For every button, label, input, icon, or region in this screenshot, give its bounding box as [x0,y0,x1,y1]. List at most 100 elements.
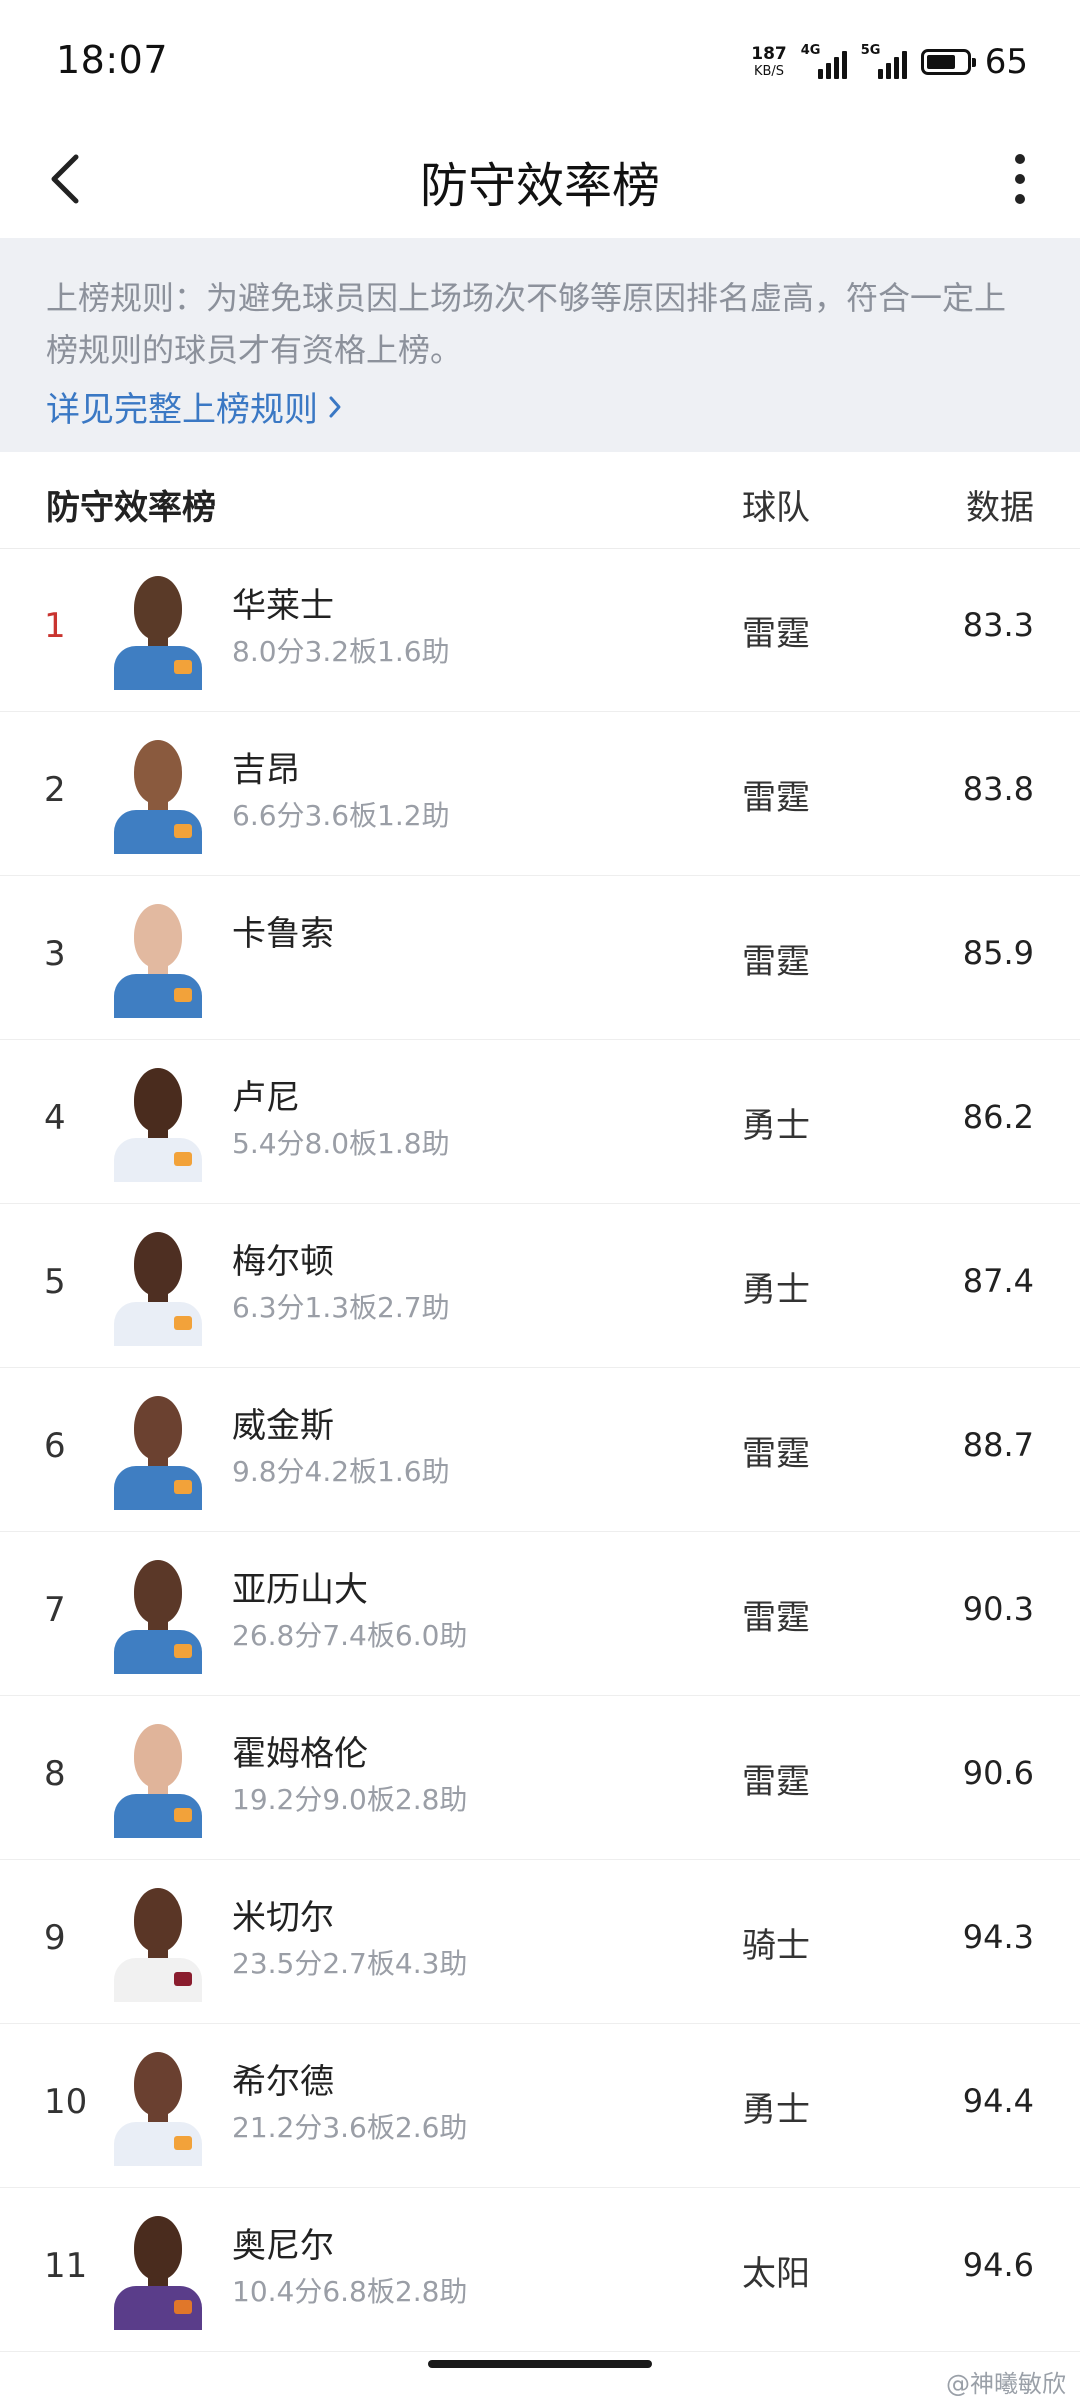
player-name: 梅尔顿 [232,1242,334,1282]
home-indicator[interactable] [428,2360,652,2368]
player-team: 雷霆 [742,614,810,654]
rank-number: 11 [44,2246,88,2286]
player-rating: 83.3 [962,606,1034,644]
player-rating: 85.9 [962,934,1034,972]
status-icons: 187 KB/S 4G 5G 65 [751,40,1028,84]
player-stats: 26.8分7.4板6.0助 [232,1619,468,1652]
ranking-row[interactable]: 11 奥尼尔 10.4分6.8板2.8助 太阳 94.6 [0,2188,1080,2352]
signal-5g-icon: 5G [861,43,907,79]
player-rating: 94.4 [962,2082,1034,2120]
ranking-row[interactable]: 1 华莱士 8.0分3.2板1.6助 雷霆 83.3 [0,548,1080,712]
player-rating: 94.6 [962,2246,1034,2284]
player-team: 骑士 [742,1926,810,1966]
rank-number: 4 [44,1098,66,1138]
column-header-team: 球队 [742,488,810,528]
app-header: 防守效率榜 [0,120,1080,238]
rank-number: 1 [44,606,66,646]
full-rules-link-label: 详见完整上榜规则 [46,390,318,430]
player-rating: 83.8 [962,770,1034,808]
rank-number: 8 [44,1754,66,1794]
player-avatar [114,570,202,690]
player-stats: 6.6分3.6板1.2助 [232,799,450,832]
ranking-row[interactable]: 8 霍姆格伦 19.2分9.0板2.8助 雷霆 90.6 [0,1696,1080,1860]
network-speed: 187 KB/S [751,44,787,79]
battery-icon [920,49,976,75]
player-avatar [114,1062,202,1182]
player-rating: 86.2 [962,1098,1034,1136]
status-time: 18:07 [56,38,169,82]
signal-4g-icon: 4G [801,43,847,79]
player-team: 勇士 [742,1270,810,1310]
player-avatar [114,2046,202,2166]
player-rating: 94.3 [962,1918,1034,1956]
ranking-row[interactable]: 4 卢尼 5.4分8.0板1.8助 勇士 86.2 [0,1040,1080,1204]
screen: 18:07 187 KB/S 4G 5G 65 防守效率榜 上榜规则：为避免球员… [0,0,1080,2400]
player-avatar [114,1226,202,1346]
player-team: 太阳 [742,2254,810,2294]
player-name: 米切尔 [232,1898,334,1938]
player-name: 希尔德 [232,2062,334,2102]
watermark: @神曦敏欣 [946,2370,1066,2398]
player-team: 雷霆 [742,1598,810,1638]
player-stats: 19.2分9.0板2.8助 [232,1783,468,1816]
player-rating: 90.3 [962,1590,1034,1628]
rank-number: 10 [44,2082,88,2122]
ranking-row[interactable]: 5 梅尔顿 6.3分1.3板2.7助 勇士 87.4 [0,1204,1080,1368]
player-name: 威金斯 [232,1406,334,1446]
status-bar: 18:07 187 KB/S 4G 5G 65 [0,0,1080,120]
player-avatar [114,898,202,1018]
battery-percent: 65 [984,42,1028,82]
rank-number: 3 [44,934,66,974]
player-team: 雷霆 [742,1434,810,1474]
player-stats: 8.0分3.2板1.6助 [232,635,450,668]
player-name: 霍姆格伦 [232,1734,368,1774]
ranking-row[interactable]: 10 希尔德 21.2分3.6板2.6助 勇士 94.4 [0,2024,1080,2188]
rank-number: 7 [44,1590,66,1630]
network-speed-unit: KB/S [753,64,785,79]
player-rating: 90.6 [962,1754,1034,1792]
ranking-row[interactable]: 3 卡鲁索 雷霆 85.9 [0,876,1080,1040]
ranking-row[interactable]: 6 威金斯 9.8分4.2板1.6助 雷霆 88.7 [0,1368,1080,1532]
player-team: 雷霆 [742,942,810,982]
player-team: 雷霆 [742,778,810,818]
player-stats: 5.4分8.0板1.8助 [232,1127,450,1160]
player-name: 吉昂 [232,750,300,790]
player-team: 勇士 [742,2090,810,2130]
full-rules-link[interactable]: 详见完整上榜规则 [46,382,342,431]
rank-number: 9 [44,1918,66,1958]
rules-text: 上榜规则：为避免球员因上场场次不够等原因排名虚高，符合一定上榜规则的球员才有资格… [46,279,1007,369]
table-title: 防守效率榜 [46,488,216,528]
player-avatar [114,1882,202,2002]
player-name: 华莱士 [232,586,334,626]
player-stats: 23.5分2.7板4.3助 [232,1947,468,1980]
rank-number: 5 [44,1262,66,1302]
player-avatar [114,2210,202,2330]
player-team: 雷霆 [742,1762,810,1802]
ranking-list: 1 华莱士 8.0分3.2板1.6助 雷霆 83.3 2 吉昂 6.6分3.6板… [0,548,1080,2352]
chevron-right-icon [329,396,341,417]
network-speed-value: 187 [751,44,787,64]
table-header: 防守效率榜 球队 数据 [0,452,1080,549]
more-vertical-icon [1015,154,1025,204]
player-rating: 88.7 [962,1426,1034,1464]
player-avatar [114,1390,202,1510]
player-name: 卡鲁索 [232,914,334,954]
player-stats: 10.4分6.8板2.8助 [232,2275,468,2308]
ranking-rules-notice: 上榜规则：为避免球员因上场场次不够等原因排名虚高，符合一定上榜规则的球员才有资格… [0,238,1080,452]
ranking-row[interactable]: 9 米切尔 23.5分2.7板4.3助 骑士 94.3 [0,1860,1080,2024]
rank-number: 6 [44,1426,66,1466]
player-stats: 9.8分4.2板1.6助 [232,1455,450,1488]
page-title: 防守效率榜 [419,158,660,214]
player-rating: 87.4 [962,1262,1034,1300]
more-button[interactable] [990,144,1050,214]
ranking-row[interactable]: 2 吉昂 6.6分3.6板1.2助 雷霆 83.8 [0,712,1080,876]
rank-number: 2 [44,770,66,810]
ranking-row[interactable]: 7 亚历山大 26.8分7.4板6.0助 雷霆 90.3 [0,1532,1080,1696]
player-avatar [114,1718,202,1838]
player-stats: 21.2分3.6板2.6助 [232,2111,468,2144]
player-name: 亚历山大 [232,1570,368,1610]
player-avatar [114,1554,202,1674]
player-name: 奥尼尔 [232,2226,334,2266]
player-avatar [114,734,202,854]
player-stats: 6.3分1.3板2.7助 [232,1291,450,1324]
